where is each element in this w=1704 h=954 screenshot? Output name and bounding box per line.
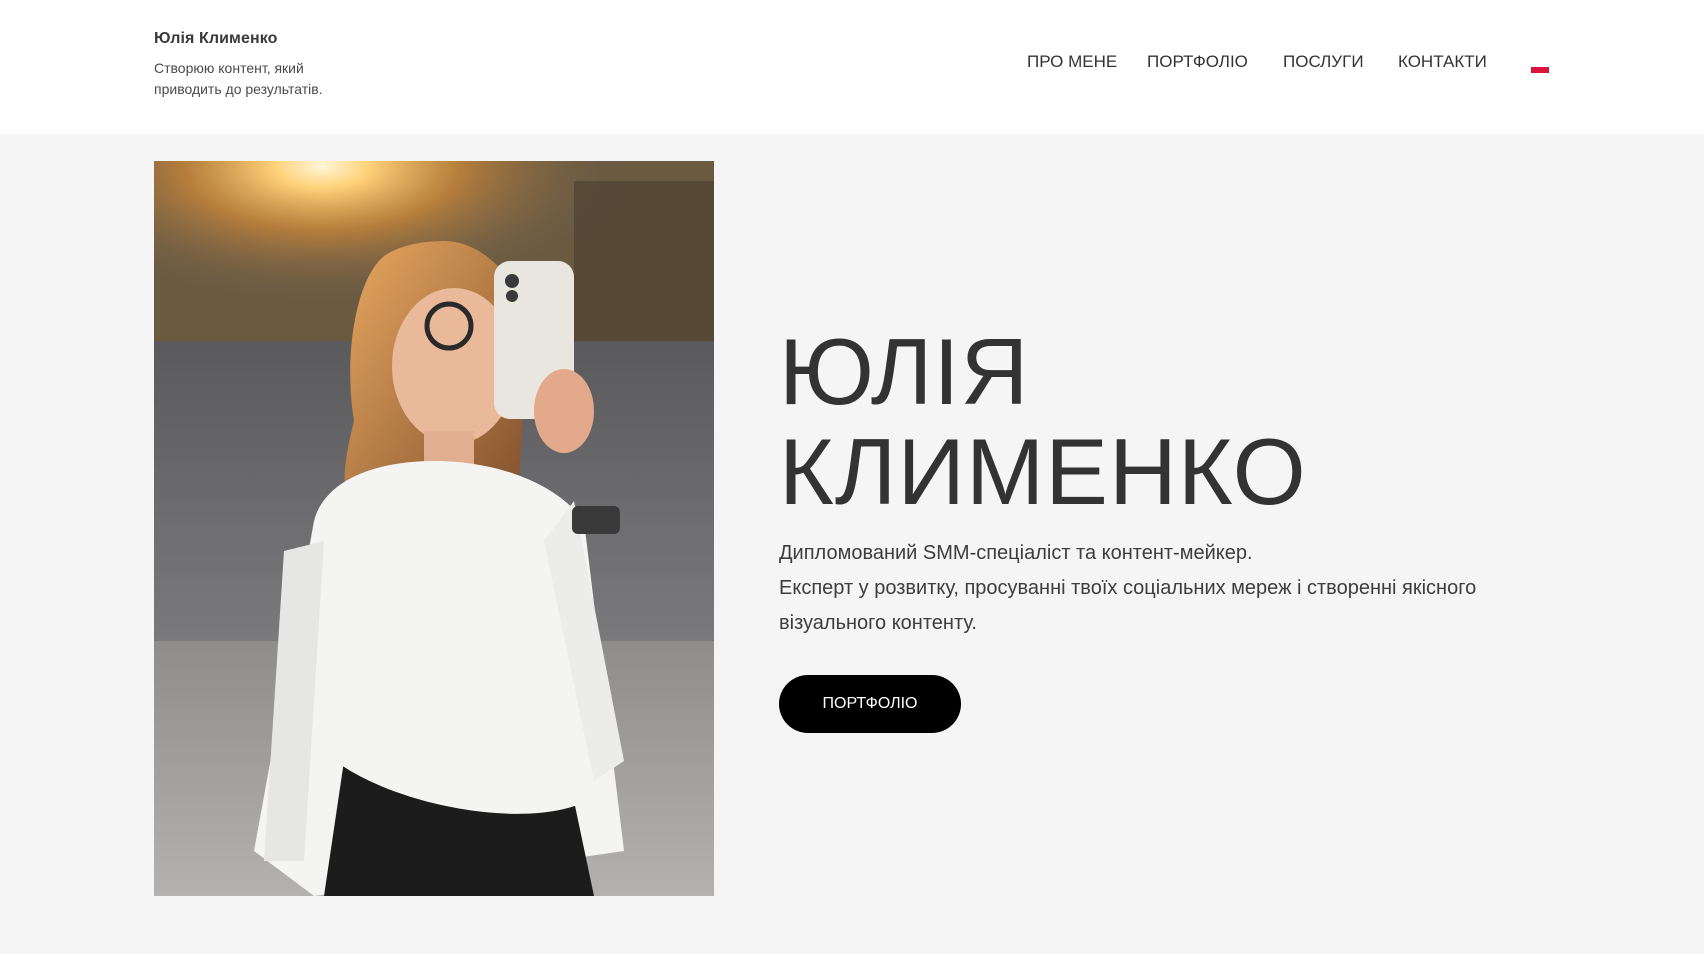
flag-pl-icon[interactable]: [1531, 61, 1549, 73]
brand-name[interactable]: Юлія Клименко: [154, 30, 278, 48]
portfolio-button[interactable]: ПОРТФОЛІО: [779, 675, 961, 733]
hero-photo: [154, 161, 714, 896]
hero-title: ЮЛІЯ КЛИМЕНКО: [779, 322, 1659, 522]
hero-description: Дипломований SMM-спеціаліст та контент-м…: [779, 536, 1539, 641]
nav-item-contacts[interactable]: КОНТАКТИ: [1398, 52, 1487, 72]
nav-item-portfolio[interactable]: ПОРТФОЛІО: [1147, 52, 1248, 72]
hero-description-line-2: Експерт у розвитку, просуванні твоїх соц…: [779, 577, 1477, 634]
nav-item-about[interactable]: ПРО МЕНЕ: [1027, 52, 1117, 72]
hero-title-first-name: ЮЛІЯ: [779, 319, 1030, 424]
site-header: Юлія Клименко Створюю контент, який прив…: [0, 0, 1704, 134]
nav-item-services[interactable]: ПОСЛУГИ: [1283, 52, 1364, 72]
hero-title-last-name: КЛИМЕНКО: [779, 419, 1307, 524]
hero-description-line-1: Дипломований SMM-спеціаліст та контент-м…: [779, 542, 1253, 564]
main-nav: ПРО МЕНЕ ПОРТФОЛІО ПОСЛУГИ КОНТАКТИ: [0, 52, 1704, 76]
